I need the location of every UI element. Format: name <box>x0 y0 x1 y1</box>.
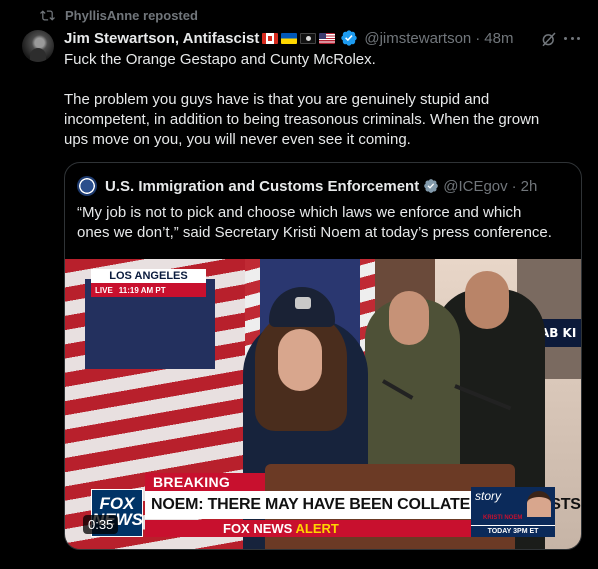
author-name[interactable]: Jim Stewartson, Antifascist <box>64 30 259 47</box>
location-label: LOS ANGELES <box>109 270 188 282</box>
verified-icon <box>341 30 358 46</box>
post-text-line: Fuck the Orange Gestapo and Cunty McRole… <box>64 51 376 68</box>
separator-dot: · <box>475 29 481 47</box>
post-text-line: ups move on you, you will never even see… <box>64 131 411 148</box>
alert-bar: FOX NEWS ALERT <box>145 520 471 537</box>
quoted-post-text: “My job is not to pick and choose which … <box>77 203 571 243</box>
video-player[interactable]: MAB KI LOS ANGELES LIVE 11:19 AM PT BREA… <box>65 259 581 549</box>
quoted-author-name: U.S. Immigration and Customs Enforcement <box>105 177 420 195</box>
quoted-post[interactable]: U.S. Immigration and Customs Enforcement… <box>64 162 582 550</box>
repost-icon <box>40 10 55 21</box>
live-time: 11:19 AM PT <box>118 285 166 295</box>
repost-header[interactable]: PhyllisAnne reposted <box>40 8 198 23</box>
alert-prefix: FOX NEWS <box>223 521 293 536</box>
more-options-icon[interactable] <box>564 36 580 42</box>
live-row: LIVE 11:19 AM PT <box>91 283 206 297</box>
grok-icon[interactable] <box>540 30 558 48</box>
quoted-text-line: “My job is not to pick and choose which … <box>77 204 522 221</box>
quoted-post-header: U.S. Immigration and Customs Enforcement… <box>77 176 537 196</box>
post-text-line: The problem you guys have is that you ar… <box>64 91 490 108</box>
story-portrait <box>527 491 551 517</box>
quoted-text-line: ones we don’t,” said Secretary Kristi No… <box>77 224 552 241</box>
ice-avatar <box>77 176 97 196</box>
post-header: Jim Stewartson, Antifascist @jimstewarts… <box>64 28 582 48</box>
news-headline: NOEM: THERE MAY HAVE BEEN COLLATERAL ARR… <box>145 491 581 519</box>
author-handle[interactable]: @jimstewartson <box>364 30 471 47</box>
canada-flag-icon <box>262 32 279 44</box>
story-time: TODAY 3PM ET <box>471 525 555 537</box>
us-flag-icon <box>319 32 336 44</box>
separator-dot: · <box>511 177 517 195</box>
post-text-line: incompetent, in addition to being treaso… <box>64 111 540 128</box>
breaking-news-banner: BREAKING NEWS <box>145 473 265 508</box>
pirate-flag-icon <box>300 32 317 44</box>
post-time[interactable]: 48m <box>484 30 513 47</box>
live-label: LIVE <box>95 285 113 295</box>
video-duration: 0:35 <box>83 515 119 534</box>
quoted-author-handle: @ICEgov <box>443 177 508 195</box>
ukraine-flag-icon <box>281 32 298 44</box>
alert-word: ALERT <box>295 521 339 536</box>
repost-label: PhyllisAnne reposted <box>65 8 198 23</box>
quoted-post-time: 2h <box>520 177 538 195</box>
story-name: KRISTI NOEM <box>483 515 523 521</box>
story-label: story <box>475 489 502 503</box>
author-avatar[interactable] <box>22 30 54 62</box>
post-text: Fuck the Orange Gestapo and Cunty McRole… <box>64 50 564 150</box>
gray-verified-icon <box>424 179 439 193</box>
